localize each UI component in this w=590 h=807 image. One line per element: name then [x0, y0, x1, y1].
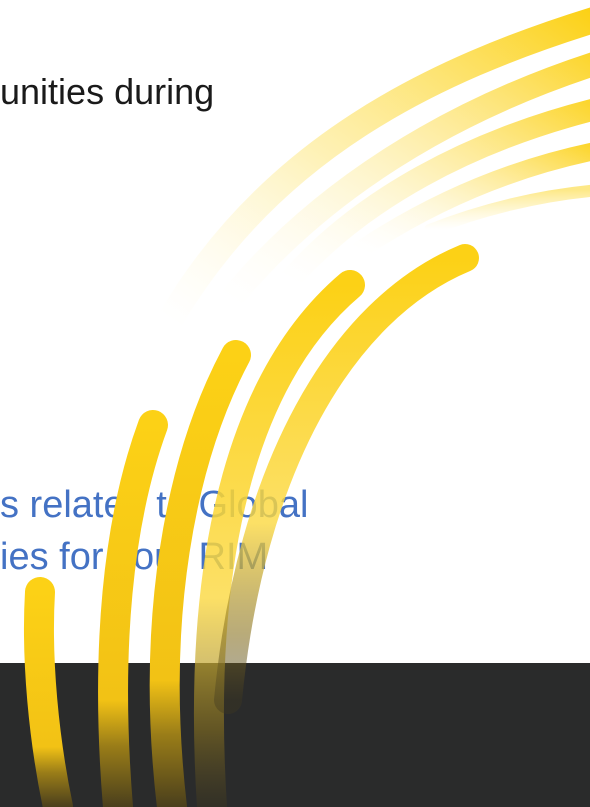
bold-arc-2 — [98, 410, 168, 807]
slide-canvas: unities during s related to Global ies f… — [0, 0, 590, 807]
bold-arc-1 — [23, 577, 73, 807]
bold-arc-5 — [214, 244, 479, 714]
decorative-arc-swooshes-front — [23, 244, 479, 807]
